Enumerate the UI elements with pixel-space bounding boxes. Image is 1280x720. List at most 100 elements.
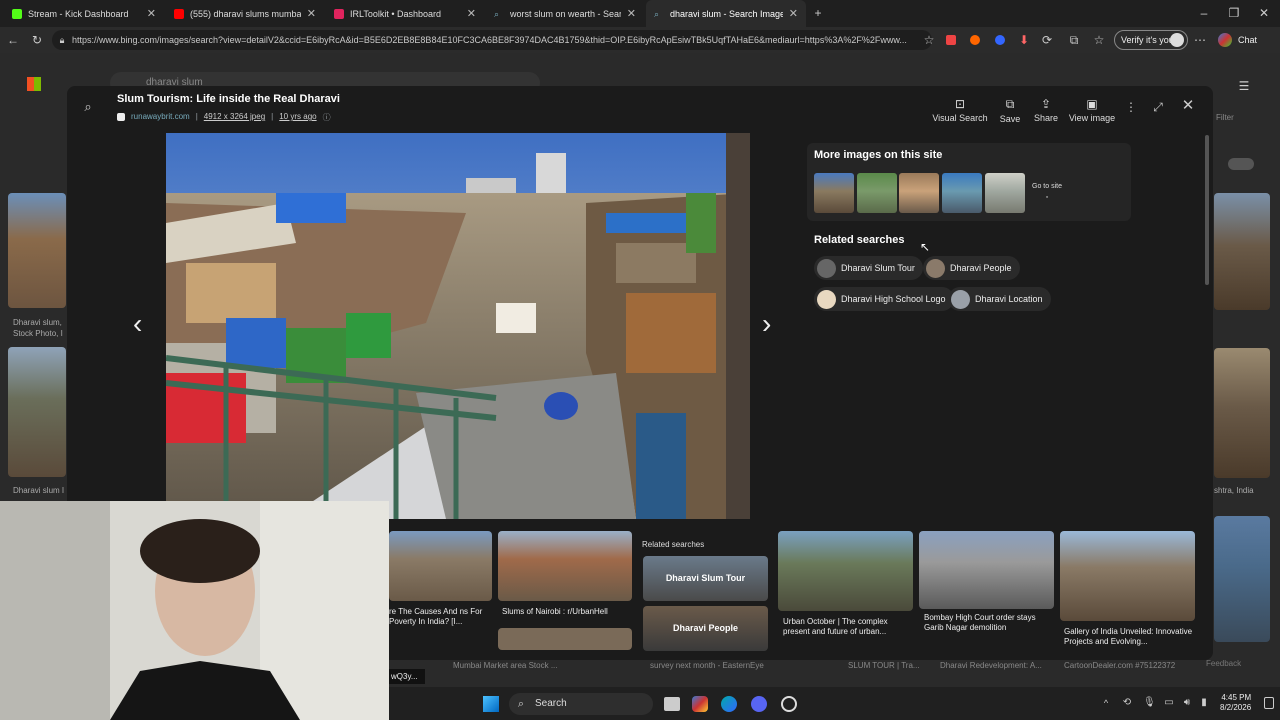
view-image-button[interactable]: ▣ View image (1064, 97, 1120, 123)
edge-browser-icon[interactable] (721, 696, 737, 712)
new-tab-button[interactable]: + (808, 3, 828, 23)
site-image-thumbnail[interactable] (985, 173, 1025, 213)
battery-icon[interactable]: ▮ (1197, 693, 1211, 713)
expand-icon[interactable]: ⤢ (1149, 97, 1167, 117)
source-link[interactable]: runawaybrit.com (131, 112, 190, 123)
extension-icon[interactable] (946, 35, 956, 45)
thumbnail-caption: CartoonDealer.com #75122372 (1064, 661, 1176, 670)
tab-irltoolkit[interactable]: IRLToolkit • Dashboard ✕ (326, 0, 484, 27)
thumbnail-caption: Stock Photo, I (13, 329, 63, 338)
minimize-button[interactable]: – (1194, 3, 1214, 23)
strip-caption[interactable]: Slums of Nairobi : r/UrbanHell (502, 607, 632, 617)
split-screen-icon[interactable]: ⧉ (1065, 30, 1083, 50)
close-icon[interactable]: ✕ (1178, 96, 1198, 116)
modal-scrollbar[interactable] (1205, 135, 1209, 285)
back-button[interactable]: ← (3, 30, 23, 50)
strip-caption[interactable]: Urban October | The complex present and … (783, 617, 911, 637)
discord-icon[interactable] (751, 696, 767, 712)
background-thumbnail[interactable] (1214, 516, 1270, 642)
site-image-thumbnail[interactable] (942, 173, 982, 213)
display-icon[interactable]: ▭ (1162, 693, 1176, 713)
tab-bing-images[interactable]: ⌕ dharavi slum - Search Images ✕ (646, 0, 806, 27)
more-options-icon[interactable]: ⋮ (1122, 97, 1140, 117)
extensions-puzzle-icon[interactable]: ⟳ (1038, 30, 1056, 50)
thumbnail-caption: Dharavi slum, (13, 318, 62, 327)
hamburger-menu-icon[interactable]: ☰ (1236, 76, 1252, 96)
site-image-thumbnail[interactable] (899, 173, 939, 213)
related-chip-location[interactable]: Dharavi Location (948, 287, 1051, 311)
main-image[interactable] (166, 133, 750, 519)
chevron-up-icon[interactable]: ^ (1100, 693, 1112, 713)
background-thumbnail[interactable] (8, 347, 66, 477)
site-image-thumbnail[interactable] (814, 173, 854, 213)
close-window-button[interactable]: ✕ (1254, 3, 1274, 23)
download-icon[interactable]: ⬇ (1015, 30, 1033, 50)
related-chip-high-school-logo[interactable]: Dharavi High School Logo (814, 287, 954, 311)
close-tab-icon[interactable]: ✕ (627, 7, 636, 20)
chip-thumbnail (817, 289, 836, 309)
strip-related-item[interactable]: Dharavi Slum Tour (643, 556, 768, 601)
strip-thumbnail[interactable] (1060, 531, 1195, 621)
collections-icon[interactable]: ☆ (1090, 30, 1108, 50)
network-tray-icon[interactable]: ⟲ (1120, 693, 1134, 713)
search-icon: ⌕ (494, 8, 500, 19)
image-age[interactable]: 10 yrs ago (279, 112, 316, 123)
strip-thumbnail[interactable] (498, 531, 632, 601)
chip-thumbnail (817, 258, 836, 278)
task-view-icon[interactable] (664, 697, 680, 711)
notifications-icon[interactable] (1264, 697, 1274, 709)
search-icon[interactable]: ⌕ (78, 97, 98, 117)
avatar[interactable] (1170, 33, 1184, 47)
strip-thumbnail[interactable] (919, 531, 1054, 609)
chat-label[interactable]: Chat (1238, 35, 1257, 45)
extension-icon[interactable] (970, 35, 980, 45)
tab-youtube[interactable]: (555) dharavi slums mumbai - You✕ (166, 0, 324, 27)
close-tab-icon[interactable]: ✕ (307, 7, 316, 20)
site-image-thumbnail[interactable] (857, 173, 897, 213)
strip-related-item[interactable]: Dharavi People (643, 606, 768, 651)
volume-icon[interactable]: 🔊︎ (1180, 693, 1194, 713)
copilot-icon[interactable] (1218, 33, 1232, 47)
background-thumbnail[interactable] (1214, 193, 1270, 310)
strip-caption[interactable]: Bombay High Court order stays Garib Naga… (924, 613, 1052, 633)
strip-thumbnail[interactable] (778, 531, 913, 611)
tab-kick-dashboard[interactable]: Stream - Kick Dashboard ✕ (4, 0, 164, 27)
strip-thumbnail[interactable] (389, 531, 492, 601)
tab-bing-search[interactable]: ⌕ worst slum on wearth - Search ✕ (486, 0, 644, 27)
more-menu-icon[interactable]: ⋯ (1192, 30, 1208, 50)
taskbar-clock[interactable]: 4:45 PM 8/2/2026 (1220, 693, 1251, 713)
favorite-star-icon[interactable]: ☆ (920, 30, 938, 50)
next-image-arrow[interactable]: › (762, 308, 771, 340)
close-tab-icon[interactable]: ✕ (147, 7, 156, 20)
extension-icon[interactable] (995, 35, 1005, 45)
visual-search-button[interactable]: ⊡ Visual Search (932, 97, 988, 123)
copilot-taskbar-icon[interactable] (692, 696, 708, 712)
overlay-text: wQ3y... (389, 669, 425, 684)
background-thumbnail[interactable] (8, 193, 66, 308)
windows-start-icon[interactable] (483, 696, 499, 712)
strip-caption[interactable]: re The Causes And ns For Poverty In Indi… (389, 607, 493, 627)
strip-caption[interactable]: Gallery of India Unveiled: Innovative Pr… (1064, 627, 1194, 647)
info-icon[interactable]: ⓘ (323, 112, 331, 123)
background-thumbnail[interactable] (1214, 348, 1270, 478)
taskbar-search[interactable]: Search (509, 693, 653, 715)
feedback-link[interactable]: Feedback (1206, 659, 1241, 668)
close-tab-icon[interactable]: ✕ (789, 7, 798, 20)
filter-label[interactable]: Filter (1216, 113, 1234, 122)
previous-image-arrow[interactable]: ‹ (133, 308, 142, 340)
related-chip-people[interactable]: Dharavi People (923, 256, 1020, 280)
strip-thumbnail[interactable] (498, 628, 632, 650)
related-chip-slum-tour[interactable]: Dharavi Slum Tour (814, 256, 923, 280)
app-taskbar-icon[interactable] (781, 696, 797, 712)
microphone-icon[interactable]: 🎙︎ (1143, 693, 1156, 713)
go-to-site-button[interactable]: Go to site ▫ (1027, 173, 1067, 213)
url-input[interactable]: https://www.bing.com/images/search?view=… (52, 30, 932, 50)
chip-thumbnail (926, 258, 945, 278)
image-dimensions[interactable]: 4912 x 3264 jpeg (204, 112, 265, 123)
maximize-button[interactable]: ❐ (1224, 3, 1244, 23)
image-title[interactable]: Slum Tourism: Life inside the Real Dhara… (117, 93, 340, 105)
toggle-switch[interactable] (1228, 158, 1254, 170)
lock-icon[interactable]: 🔒︎ (56, 30, 68, 50)
close-tab-icon[interactable]: ✕ (467, 7, 476, 20)
refresh-button[interactable]: ↻ (27, 30, 47, 50)
